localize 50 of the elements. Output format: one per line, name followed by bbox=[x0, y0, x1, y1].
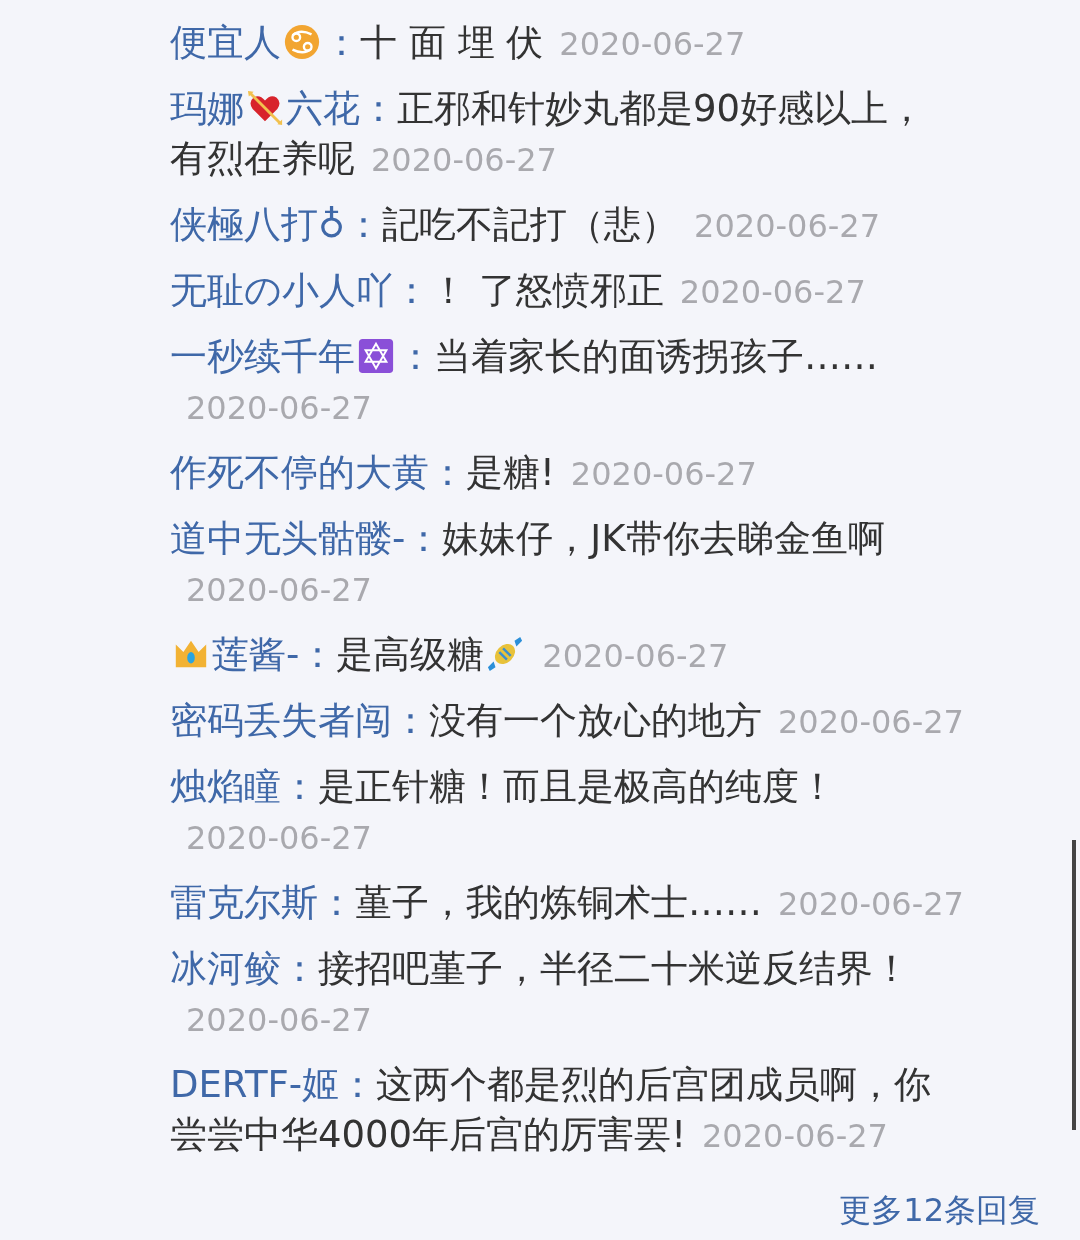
heart-arrow-icon bbox=[246, 89, 284, 127]
username[interactable]: 莲酱-： bbox=[212, 633, 337, 676]
username[interactable]: 密码丢失者闯： bbox=[170, 699, 429, 742]
more-replies-link[interactable]: 更多12条回复 bbox=[839, 1189, 1040, 1233]
username[interactable]: 无耻の小人吖： bbox=[170, 269, 430, 312]
comment-text: 这两个都是烈的后宫团成员啊，你 bbox=[376, 1063, 932, 1106]
comment-date: 2020-06-27 bbox=[186, 819, 372, 857]
comment-text: 没有一个放心的地方 bbox=[429, 699, 762, 742]
comment-text: 記吃不記打（悲） bbox=[382, 203, 679, 246]
comment-text: 接招吧堇子，半径二十米逆反结界！ bbox=[318, 947, 910, 990]
comment-text: 当着家长的面诱拐孩子…… bbox=[434, 335, 878, 378]
username[interactable]: 道中无头骷髅-： bbox=[170, 517, 443, 560]
comment-date: 2020-06-27 bbox=[186, 571, 372, 609]
username[interactable]: 雷克尔斯： bbox=[170, 881, 355, 924]
username[interactable]: DERTF-姬： bbox=[170, 1063, 377, 1106]
scrollbar[interactable] bbox=[1072, 840, 1076, 1130]
comment-text: 尝尝中华4000年后宫的厉害罢! bbox=[170, 1113, 686, 1156]
username[interactable]: 作死不停的大黄： bbox=[170, 451, 466, 494]
comment-date: 2020-06-27 bbox=[559, 25, 746, 63]
comment-text: 妹妹仔，JK带你去睇金鱼啊 bbox=[442, 517, 885, 560]
username[interactable]: 侠極八打♁： bbox=[170, 203, 383, 246]
comment-date: 2020-06-27 bbox=[570, 455, 757, 493]
comment-date: 2020-06-27 bbox=[186, 389, 372, 427]
candy-icon bbox=[486, 635, 525, 673]
comment-date: 2020-06-27 bbox=[542, 637, 729, 675]
comment-date: 2020-06-27 bbox=[778, 885, 964, 923]
username[interactable]: 六花： bbox=[286, 87, 397, 130]
comment-text: 是高级糖 bbox=[336, 633, 485, 676]
comment-date: 2020-06-27 bbox=[702, 1117, 888, 1155]
comment-text: ！ 了怒愤邪正 bbox=[430, 269, 664, 312]
comment-text: 十 面 埋 伏 bbox=[360, 21, 544, 64]
username[interactable]: 冰河鲛： bbox=[170, 947, 318, 990]
comment-text: 是糖! bbox=[466, 451, 555, 494]
comment-date: 2020-06-27 bbox=[694, 207, 881, 245]
comment-date: 2020-06-27 bbox=[778, 703, 964, 741]
comment-text: 正邪和针妙丸都是90好感以上， bbox=[397, 87, 926, 130]
comment-date: 2020-06-27 bbox=[186, 1001, 372, 1039]
comment-text: 堇子，我的炼铜术士…… bbox=[355, 881, 762, 924]
comment-date: 2020-06-27 bbox=[679, 273, 866, 311]
zodiac-badge-icon bbox=[283, 23, 321, 61]
comment-text: 有烈在养呢 bbox=[170, 137, 355, 180]
username[interactable]: 烛焰瞳： bbox=[170, 765, 318, 808]
comment-date: 2020-06-27 bbox=[371, 141, 557, 179]
username[interactable]: 玛娜 bbox=[170, 87, 244, 130]
username[interactable]: 便宜人 bbox=[170, 21, 281, 64]
username[interactable]: ： bbox=[323, 21, 360, 64]
comment-text: 是正针糖！而且是极高的纯度！ bbox=[318, 765, 836, 808]
username[interactable]: 一秒续千年 bbox=[170, 335, 355, 378]
star-badge-icon bbox=[357, 337, 395, 375]
username[interactable]: ： bbox=[397, 335, 434, 378]
